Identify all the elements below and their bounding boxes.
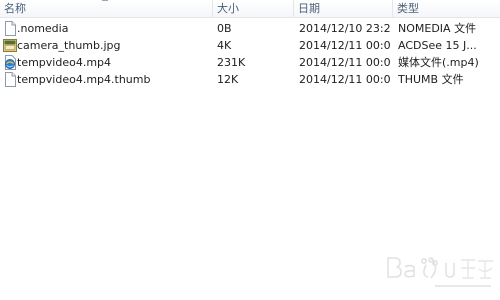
file-row[interactable]: camera_thumb.jpg 4K 2014/12/11 00:07 ACD… <box>0 37 500 54</box>
blank-file-icon <box>5 21 16 36</box>
file-size: 0B <box>217 22 232 35</box>
file-name: .nomedia <box>17 22 69 35</box>
file-size: 231K <box>217 56 246 69</box>
file-name: tempvideo4.mp4.thumb <box>17 73 151 86</box>
file-row[interactable]: tempvideo4.mp4.thumb 12K 2014/12/11 00:0… <box>0 71 500 88</box>
file-size: 12K <box>217 73 239 86</box>
column-header-size[interactable]: 大小 <box>213 0 294 17</box>
file-date: 2014/12/11 00:07 <box>299 39 391 52</box>
column-header-date[interactable]: 日期 <box>294 0 393 17</box>
file-date: 2014/12/11 00:07 <box>299 73 391 86</box>
file-type: ACDSee 15 J... <box>398 39 477 52</box>
column-header-bar: 名称 大小 日期 类型 <box>0 0 500 18</box>
baidu-watermark-logo <box>387 257 493 287</box>
file-type: THUMB 文件 <box>398 73 464 86</box>
media-file-icon <box>5 55 16 70</box>
file-size: 4K <box>217 39 232 52</box>
file-date: 2014/12/11 00:07 <box>299 56 391 69</box>
file-row[interactable]: tempvideo4.mp4 231K 2014/12/11 00:07 媒体文… <box>0 54 500 71</box>
column-header-name[interactable]: 名称 <box>0 0 213 17</box>
file-type: NOMEDIA 文件 <box>398 22 477 35</box>
file-date: 2014/12/10 23:20 <box>299 22 391 35</box>
blank-file-icon <box>5 72 16 87</box>
file-explorer-window: 名称 大小 日期 类型 .nomedia 0B 2014/12/10 23:20… <box>0 0 500 300</box>
file-row[interactable]: .nomedia 0B 2014/12/10 23:20 NOMEDIA 文件 <box>0 20 500 37</box>
column-header-type[interactable]: 类型 <box>393 0 500 17</box>
file-name: camera_thumb.jpg <box>17 39 121 52</box>
file-type: 媒体文件(.mp4) <box>398 56 479 69</box>
file-name: tempvideo4.mp4 <box>17 56 112 69</box>
jpg-image-icon <box>3 39 17 52</box>
